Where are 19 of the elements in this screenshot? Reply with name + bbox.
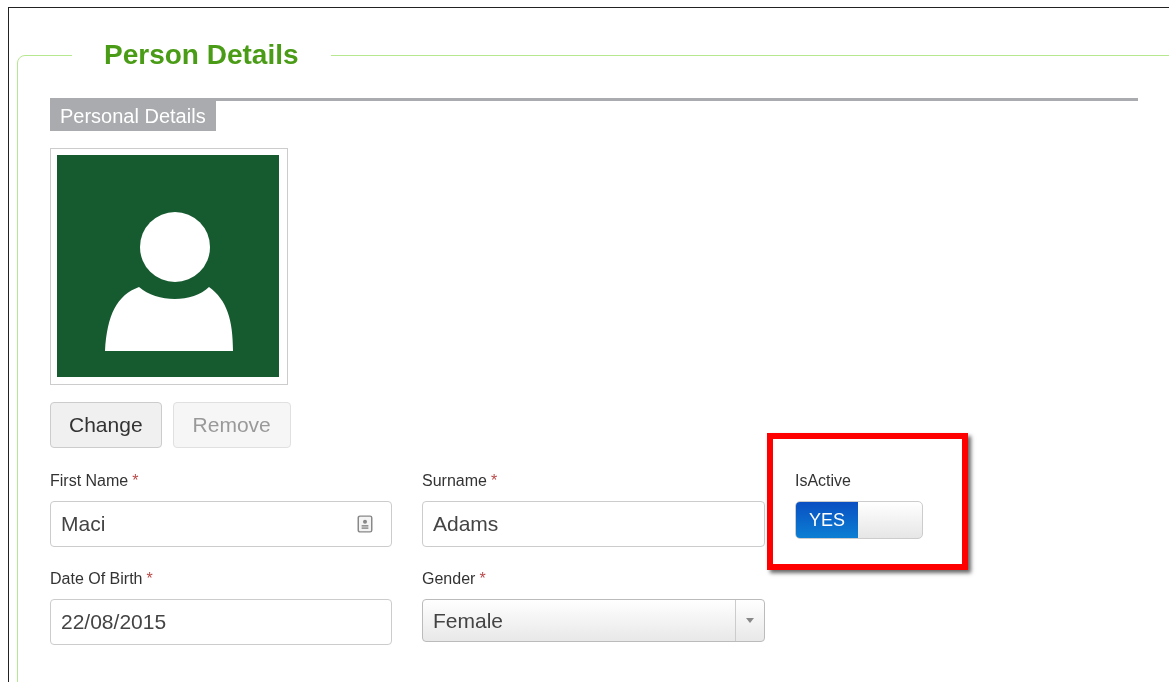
required-mark: * [132, 471, 139, 490]
dropdown[interactable]: Female [422, 599, 765, 642]
required-mark: * [146, 569, 153, 588]
field-label: Surname [422, 471, 487, 490]
input-field[interactable]: Maci [50, 501, 392, 547]
panel-title: Person Details [103, 40, 300, 70]
input-field[interactable]: 22/08/2015 [50, 599, 392, 645]
contact-card-icon[interactable] [357, 515, 373, 533]
caret-icon [746, 618, 754, 623]
required-mark: * [490, 471, 498, 490]
field-label: Gender [422, 569, 476, 588]
toggle-switch[interactable]: YES [795, 501, 923, 539]
required-mark: * [479, 569, 486, 588]
section-title: Personal Details [50, 101, 216, 131]
change-button[interactable]: Change [50, 402, 162, 448]
field-label: IsActive [795, 471, 851, 490]
field-label: First Name [50, 471, 129, 490]
field-label: Date Of Birth [50, 569, 143, 588]
input-field[interactable]: Adams [422, 501, 765, 547]
